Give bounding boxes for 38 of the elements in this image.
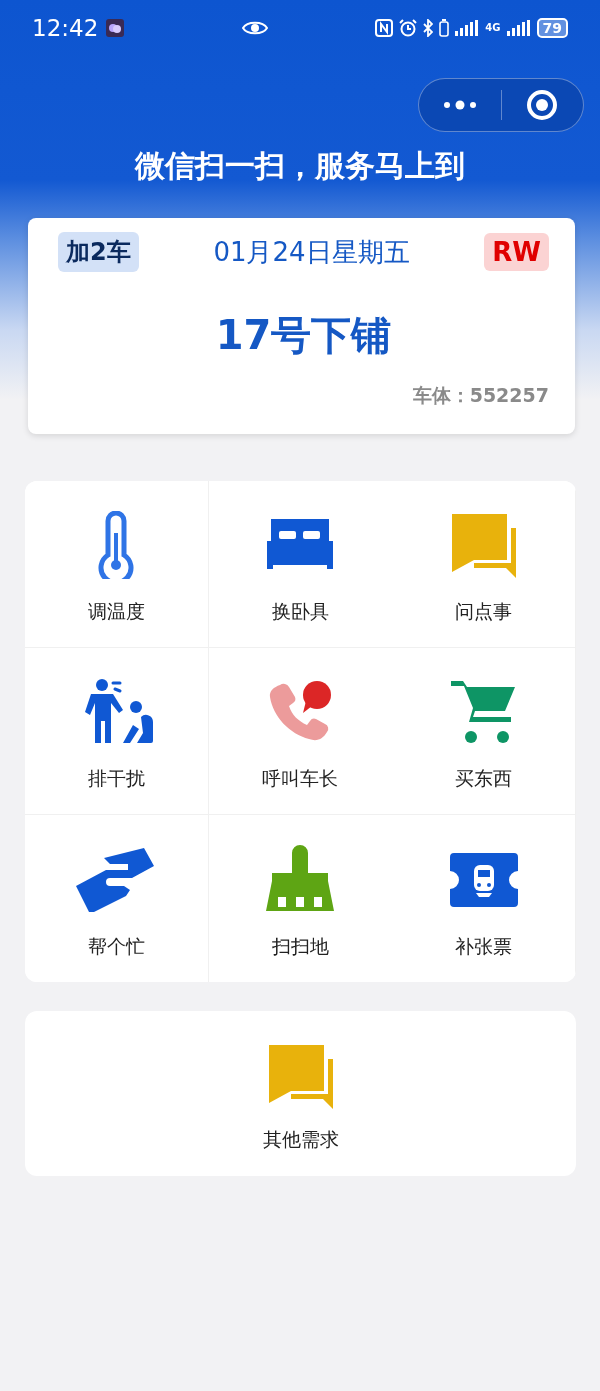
service-tile[interactable]: 调温度 (25, 481, 209, 648)
more-icon[interactable] (442, 100, 477, 110)
other-needs-card[interactable]: 其他需求 (25, 1011, 576, 1176)
battery-level: 79 (536, 18, 568, 38)
service-label: 问点事 (455, 599, 513, 624)
bluetooth-icon (423, 19, 434, 37)
travel-date: 01月24日星期五 (213, 235, 410, 269)
clock: 12:42 (32, 15, 99, 41)
network-type: 4G (485, 23, 501, 33)
close-icon[interactable] (526, 89, 559, 121)
train-ticket-icon (449, 853, 518, 907)
service-tile[interactable]: 排干扰 (25, 648, 209, 815)
alarm-icon (399, 19, 418, 37)
service-label: 扫扫地 (272, 934, 329, 959)
battery-saver-icon (439, 19, 450, 37)
berth-number: 17号下铺 (214, 311, 393, 360)
service-label: 其他需求 (262, 1127, 339, 1152)
signal-icon (455, 20, 480, 36)
app-icon (106, 19, 125, 37)
eye-icon (242, 20, 269, 36)
chat-bubbles-icon (449, 512, 518, 578)
service-label: 补张票 (455, 934, 513, 959)
service-label: 换卧具 (272, 599, 329, 624)
handshake-icon (76, 848, 157, 912)
coach-tag: 加2车 (58, 232, 139, 272)
car-body-number: 车体：552257 (411, 383, 549, 408)
service-label: 排干扰 (87, 766, 145, 791)
nfc-icon (375, 19, 394, 37)
chat-bubbles-icon (266, 1043, 335, 1109)
service-label: 呼叫车长 (262, 766, 339, 791)
page-title: 微信扫一扫，服务马上到 (133, 147, 466, 185)
class-tag: RW (484, 233, 549, 271)
service-tile[interactable]: 买东西 (392, 648, 576, 815)
service-label: 调温度 (87, 599, 145, 624)
service-label: 买东西 (455, 766, 513, 791)
signal-icon (506, 20, 531, 36)
shopping-cart-icon (450, 679, 517, 745)
service-label: 帮个忙 (87, 934, 145, 959)
